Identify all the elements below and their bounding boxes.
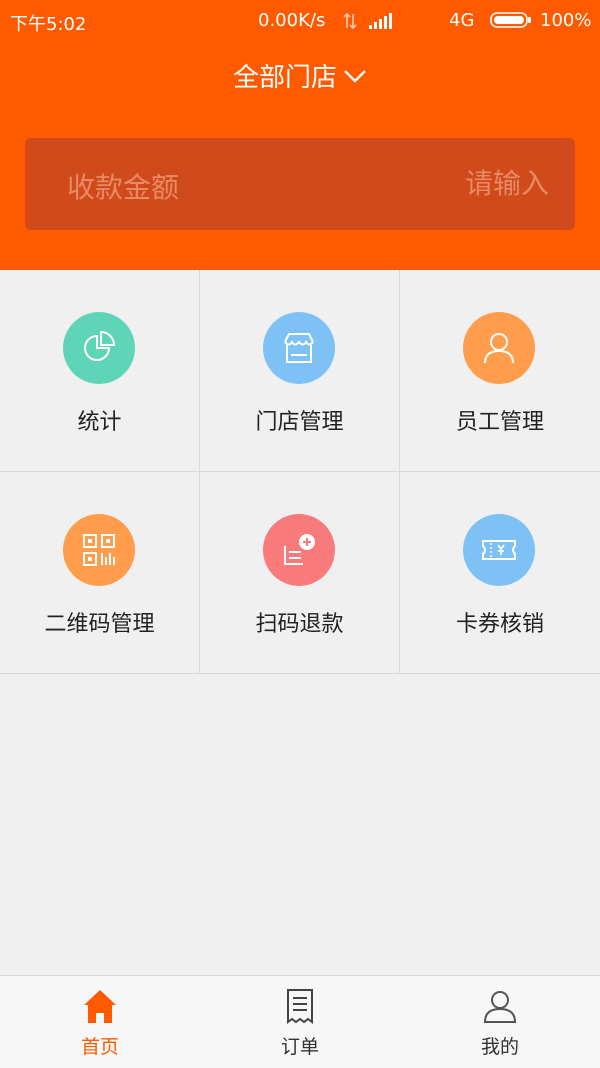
data-transfer-icon: [343, 12, 357, 30]
menu-item-statistics[interactable]: 统计: [0, 270, 200, 472]
nav-label: 首页: [80, 1036, 119, 1058]
menu-item-staff-management[interactable]: 员工管理: [400, 270, 600, 472]
menu-item-label: 卡券核销: [455, 612, 544, 637]
amount-label: 收款金额: [67, 171, 180, 204]
nav-label: 我的: [480, 1036, 519, 1058]
nav-item-orders[interactable]: 订单: [200, 976, 400, 1068]
status-network-type: 4G: [449, 10, 475, 31]
coupon-icon: [482, 540, 516, 560]
status-bar: 下午5:02 0.00K/s 4G 100%: [0, 0, 600, 42]
status-time: 下午5:02: [10, 14, 87, 35]
profile-icon: [483, 991, 517, 1023]
signal-icon: [369, 13, 392, 29]
amount-box[interactable]: 收款金额: [25, 138, 575, 230]
menu-item-qrcode-management[interactable]: 二维码管理: [0, 472, 200, 674]
store-icon: [284, 333, 314, 363]
store-selector-label: 全部门店: [232, 63, 337, 93]
menu-item-label: 扫码退款: [255, 612, 344, 637]
status-network-speed: 0.00K/s: [258, 10, 326, 31]
nav-label: 订单: [280, 1036, 319, 1058]
menu-item-coupon-verification[interactable]: 卡券核销: [400, 472, 600, 674]
bottom-nav: 首页 订单 我的: [0, 975, 600, 1068]
user-icon: [484, 333, 514, 364]
function-grid: 统计 门店管理 员工管理 二维码管理 扫码退款 卡券核销: [0, 270, 600, 674]
menu-item-label: 门店管理: [255, 410, 344, 435]
home-icon: [84, 990, 116, 1023]
status-battery-percent: 100%: [540, 10, 592, 31]
menu-item-store-management[interactable]: 门店管理: [200, 270, 400, 472]
nav-item-home[interactable]: 首页: [0, 976, 200, 1068]
qrcode-icon: [83, 534, 115, 566]
menu-item-label: 二维码管理: [44, 612, 155, 637]
scan-refund-icon: [284, 534, 315, 565]
menu-item-label: 统计: [77, 410, 122, 435]
pie-chart-icon: [84, 330, 116, 361]
nav-item-profile[interactable]: 我的: [400, 976, 600, 1068]
header: 下午5:02 0.00K/s 4G 100% 全部门店 收款金额: [0, 0, 600, 270]
chevron-down-icon: [344, 69, 366, 83]
order-icon: [287, 989, 313, 1024]
battery-icon: [490, 12, 531, 28]
store-selector[interactable]: 全部门店: [0, 56, 600, 100]
amount-input[interactable]: [369, 160, 549, 206]
menu-item-label: 员工管理: [455, 410, 544, 435]
menu-item-scan-refund[interactable]: 扫码退款: [200, 472, 400, 674]
